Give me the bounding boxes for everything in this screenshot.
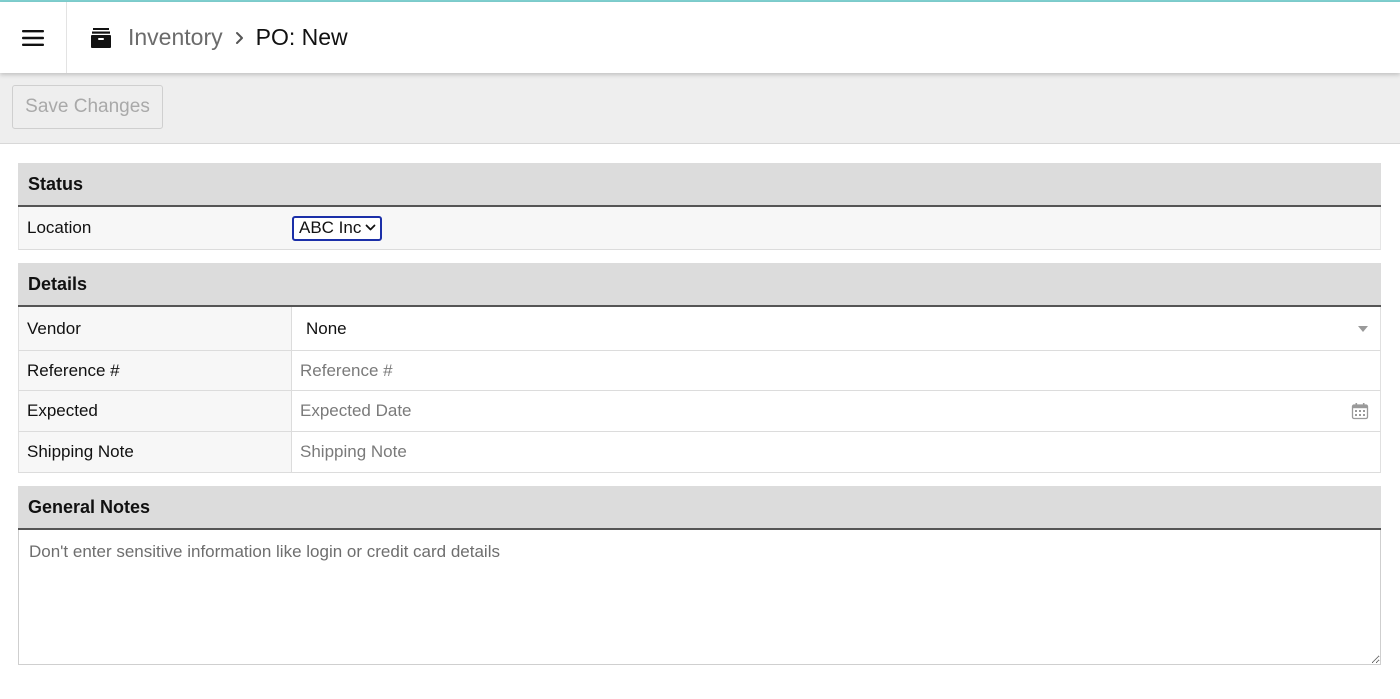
shipping-label: Shipping Note (19, 432, 292, 472)
save-changes-button[interactable]: Save Changes (12, 85, 163, 129)
chevron-down-icon (365, 224, 376, 232)
hamburger-menu-icon (22, 29, 44, 46)
calendar-icon[interactable] (1351, 402, 1369, 420)
app-header: Inventory PO: New (0, 2, 1400, 73)
menu-button[interactable] (0, 2, 67, 73)
breadcrumb-inventory-link[interactable]: Inventory (128, 24, 223, 51)
caret-down-icon (1358, 325, 1368, 332)
reference-label: Reference # (19, 351, 292, 390)
shipping-note-input[interactable] (292, 432, 1380, 472)
reference-input[interactable] (292, 351, 1380, 390)
archive-box-icon (90, 27, 112, 49)
location-label: Location (19, 207, 292, 249)
location-select[interactable]: ABC Inc (292, 215, 383, 241)
general-notes-section-header: General Notes (18, 486, 1381, 530)
location-field: ABC Inc (292, 207, 1380, 249)
vendor-field: None (292, 307, 1380, 350)
location-select-value: ABC Inc (299, 218, 362, 237)
chevron-right-icon (235, 31, 244, 45)
details-section-header: Details (18, 263, 1381, 307)
vendor-select[interactable]: None (292, 307, 1380, 350)
breadcrumb: Inventory PO: New (90, 2, 348, 73)
vendor-label: Vendor (19, 307, 292, 350)
details-section-title: Details (28, 273, 88, 294)
status-section-header: Status (18, 163, 1381, 207)
vendor-row: Vendor None (18, 307, 1381, 351)
reference-field (292, 351, 1380, 390)
vendor-select-value: None (306, 318, 347, 338)
expected-label: Expected (19, 391, 292, 431)
reference-row: Reference # (18, 351, 1381, 391)
general-notes-textarea[interactable] (18, 530, 1381, 665)
action-toolbar: Save Changes (0, 73, 1400, 144)
shipping-field (292, 432, 1380, 472)
location-row: Location ABC Inc (18, 207, 1381, 250)
shipping-row: Shipping Note (18, 432, 1381, 473)
general-notes-section-title: General Notes (28, 496, 151, 517)
expected-date-input[interactable] (292, 391, 1380, 431)
expected-row: Expected (18, 391, 1381, 432)
page-title: PO: New (255, 24, 348, 50)
status-section-title: Status (28, 173, 84, 194)
expected-field (292, 391, 1380, 431)
